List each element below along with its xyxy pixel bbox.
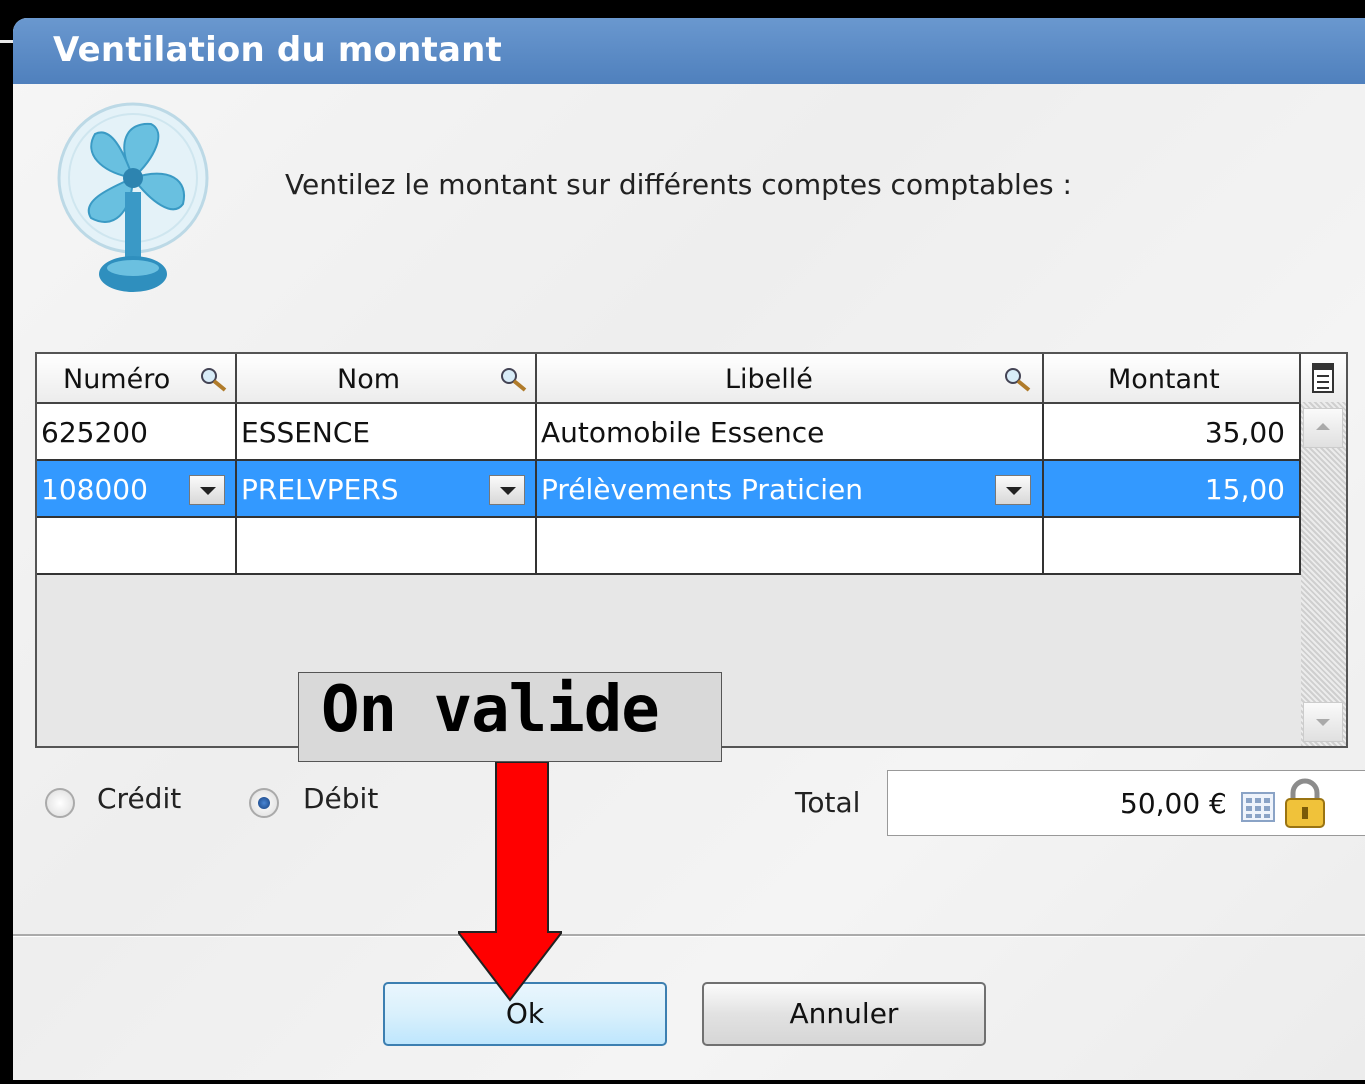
column-header-label: Montant <box>1108 364 1220 395</box>
table-cell-numero[interactable]: 108000 <box>37 461 237 518</box>
cancel-button[interactable]: Annuler <box>702 982 986 1046</box>
fan-icon <box>57 102 209 292</box>
calculator-icon[interactable] <box>1240 789 1276 823</box>
annotation-callout: On valide <box>298 672 722 762</box>
magnifier-icon[interactable] <box>199 366 231 394</box>
annotation-text: On valide <box>321 673 660 747</box>
table-cell-libelle[interactable]: Automobile Essence <box>537 404 1044 461</box>
chevron-up-icon <box>1316 423 1330 430</box>
total-field: 50,00 € <box>887 770 1365 836</box>
scroll-down-button[interactable] <box>1303 702 1343 742</box>
total-label: Total <box>795 786 861 819</box>
table-cell-numero[interactable] <box>37 518 237 575</box>
lock-icon[interactable] <box>1282 777 1328 829</box>
column-header-label: Numéro <box>63 364 171 395</box>
cell-text: 108000 <box>41 473 148 506</box>
button-separator <box>13 934 1365 937</box>
debit-radio[interactable] <box>249 788 279 818</box>
table-cell-montant[interactable]: 15,00 <box>1044 461 1301 518</box>
cell-text: ESSENCE <box>241 416 371 449</box>
table-scrollbar[interactable] <box>1301 402 1346 746</box>
dialog-titlebar[interactable]: Ventilation du montant <box>13 18 1365 84</box>
total-value: 50,00 € <box>1120 787 1227 820</box>
scroll-up-button[interactable] <box>1303 408 1343 448</box>
dropdown-icon[interactable] <box>189 475 225 505</box>
chevron-down-icon <box>1316 719 1330 726</box>
magnifier-icon[interactable] <box>1003 366 1035 394</box>
cell-text: Automobile Essence <box>541 416 825 449</box>
cell-text: PRELVPERS <box>241 473 399 506</box>
column-header-label: Nom <box>337 364 401 395</box>
column-chooser-button[interactable] <box>1301 354 1346 404</box>
magnifier-icon[interactable] <box>499 366 531 394</box>
credit-label[interactable]: Crédit <box>97 782 181 815</box>
debit-label[interactable]: Débit <box>303 782 378 815</box>
column-header-libelle[interactable]: Libellé <box>537 354 1044 404</box>
cell-text: 15,00 <box>1204 473 1285 506</box>
table-cell-libelle[interactable] <box>537 518 1044 575</box>
cell-text: 625200 <box>41 416 148 449</box>
column-header-montant[interactable]: Montant <box>1044 354 1301 404</box>
table-cell-montant[interactable] <box>1044 518 1301 575</box>
table-cell-montant[interactable]: 35,00 <box>1044 404 1301 461</box>
cell-text: 35,00 <box>1204 416 1285 449</box>
table-cell-nom[interactable]: ESSENCE <box>237 404 537 461</box>
column-header-numero[interactable]: Numéro <box>37 354 237 404</box>
dropdown-icon[interactable] <box>489 475 525 505</box>
dropdown-icon[interactable] <box>995 475 1031 505</box>
instruction-text: Ventilez le montant sur différents compt… <box>285 168 1072 201</box>
red-arrow-icon <box>458 762 562 1002</box>
column-header-label: Libellé <box>725 364 813 395</box>
table-cell-nom[interactable] <box>237 518 537 575</box>
credit-radio[interactable] <box>45 788 75 818</box>
table-cell-nom[interactable]: PRELVPERS <box>237 461 537 518</box>
column-chooser-icon <box>1312 363 1334 393</box>
cell-text: Prélèvements Praticien <box>541 473 863 506</box>
ventilation-dialog: Ventilation du montant Ventilez le monta… <box>13 18 1365 1080</box>
dialog-title: Ventilation du montant <box>53 30 502 70</box>
table-cell-libelle[interactable]: Prélèvements Praticien <box>537 461 1044 518</box>
table-cell-numero[interactable]: 625200 <box>37 404 237 461</box>
column-header-nom[interactable]: Nom <box>237 354 537 404</box>
